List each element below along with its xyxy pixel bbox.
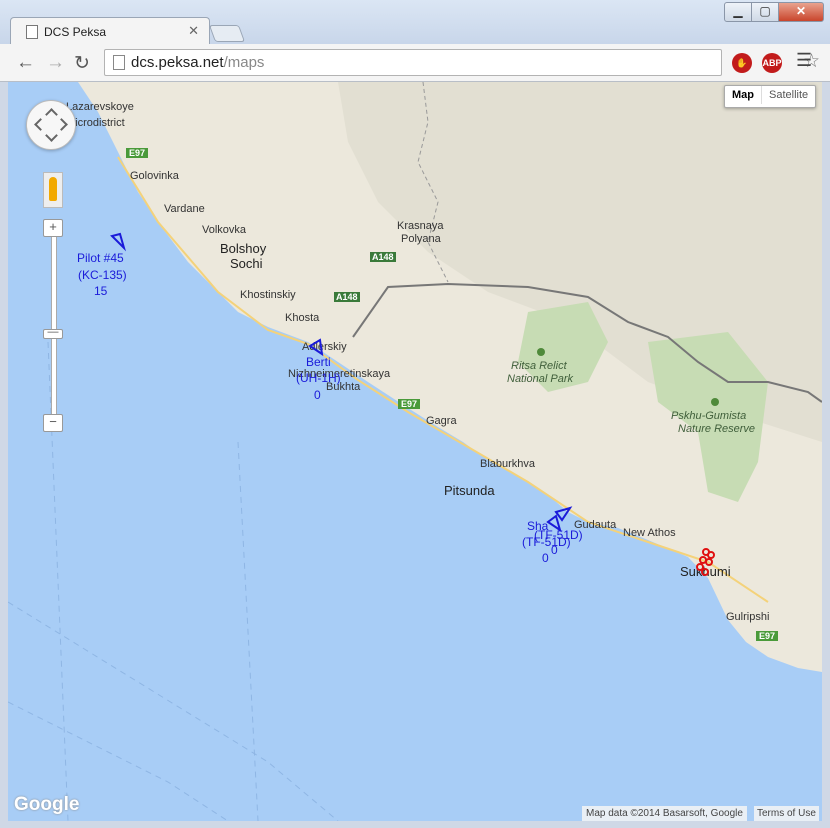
label-vardane: Vardane	[164, 203, 205, 215]
pan-up-icon[interactable]	[45, 108, 58, 121]
label-pskhu-2: Nature Reserve	[678, 423, 755, 435]
title-bar: DCS Peksa ✕ ▁ ▢ ✕	[0, 0, 830, 45]
label-adlerskiy: Adlerskiy	[302, 341, 347, 353]
zoom-slider-handle[interactable]: —	[43, 327, 63, 339]
url-host: dcs.peksa.net	[131, 54, 224, 71]
back-button[interactable]: ←	[16, 52, 35, 74]
map-type-control: Map Satellite	[724, 85, 817, 108]
unit-label-1-value: 15	[94, 284, 108, 298]
label-khosta: Khosta	[285, 312, 320, 324]
browser-toolbar: ← → ↻ dcs.peksa.net/maps ☆ ✋ ABP ☰	[0, 44, 830, 82]
label-gulripshi: Gulripshi	[726, 611, 769, 623]
label-pskhu-1: Pskhu-Gumista	[671, 410, 746, 422]
adblock-plus-icon[interactable]: ABP	[762, 53, 782, 73]
label-pitsunda: Pitsunda	[444, 483, 495, 498]
sea-lane	[8, 601, 339, 821]
road-shield-a148-label: A148	[372, 252, 394, 262]
zoom-in-button[interactable]: +	[43, 219, 63, 237]
label-ritsa-2: National Park	[507, 373, 574, 385]
page-favicon-icon	[26, 25, 38, 39]
pan-right-icon[interactable]	[55, 118, 68, 131]
tab-dcs-peksa[interactable]: DCS Peksa ✕	[10, 17, 210, 45]
address-bar[interactable]: dcs.peksa.net/maps ☆	[104, 49, 820, 76]
label-golovinka: Golovinka	[130, 170, 180, 182]
browser-window: DCS Peksa ✕ ▁ ▢ ✕ ← → ↻ dcs.peksa.net/ma…	[0, 0, 830, 828]
zoom-out-button[interactable]: −	[43, 414, 63, 432]
road-shield-a148-label: A148	[336, 292, 358, 302]
street-view-pegman-icon[interactable]	[43, 172, 63, 208]
label-ritsa-1: Ritsa Relict	[511, 360, 568, 372]
label-khostinskiy: Khostinskiy	[240, 289, 296, 301]
tab-title: DCS Peksa	[44, 25, 107, 39]
terms-of-use-link[interactable]: Terms of Use	[754, 806, 819, 821]
page-icon	[113, 55, 125, 70]
url-text: dcs.peksa.net/maps	[131, 54, 264, 71]
label-polyana: Polyana	[401, 233, 442, 245]
road-shield-e97-label: E97	[401, 399, 417, 409]
label-volkovka: Volkovka	[202, 224, 247, 236]
road-shield-e97-label: E97	[129, 148, 145, 158]
unit-label-1-type: (KC-135)	[78, 268, 127, 282]
url-path: /maps	[223, 54, 265, 71]
unit-label-3-value-b: 0	[551, 543, 558, 557]
forward-button[interactable]: →	[46, 52, 65, 74]
label-gagra: Gagra	[426, 415, 457, 427]
label-sochi: Sochi	[230, 256, 263, 271]
tab-close-icon[interactable]: ✕	[188, 23, 199, 39]
map-graphics: Lazarevskoye Microdistrict Golovinka Var…	[8, 82, 822, 821]
map-canvas[interactable]: Lazarevskoye Microdistrict Golovinka Var…	[8, 82, 822, 821]
unit-label-3-type: (TF-51D)	[522, 535, 571, 549]
park-marker-icon	[711, 398, 719, 406]
reload-button[interactable]: ↻	[74, 52, 90, 75]
pan-down-icon[interactable]	[45, 129, 58, 142]
new-tab-button[interactable]	[208, 25, 246, 42]
park-marker-icon	[537, 348, 545, 356]
google-logo: Google	[14, 794, 80, 815]
stop-extension-icon[interactable]: ✋	[732, 53, 752, 73]
unit-label-2: Berti	[306, 355, 331, 369]
map-type-satellite-button[interactable]: Satellite	[762, 86, 815, 104]
label-new-athos: New Athos	[623, 527, 676, 539]
minimize-button[interactable]: ▁	[724, 2, 752, 22]
unit-label-3-value: 0	[542, 551, 549, 565]
close-window-button[interactable]: ✕	[778, 2, 824, 22]
label-krasnaya: Krasnaya	[397, 220, 444, 232]
pan-control[interactable]	[26, 100, 76, 150]
unit-label-1: Pilot #45	[77, 251, 124, 265]
road-shield-e97-label: E97	[759, 631, 775, 641]
label-sukhumi: Sukhumi	[680, 564, 731, 579]
sea-lane	[237, 441, 259, 821]
pegman-figure	[49, 177, 57, 201]
unit-label-2-value: 0	[314, 388, 321, 402]
map-type-map-button[interactable]: Map	[725, 86, 762, 104]
map-attribution: Map data ©2014 Basarsoft, Google	[582, 806, 747, 821]
aircraft-marker-icon[interactable]	[110, 232, 127, 252]
aircraft-marker-icon[interactable]	[554, 506, 573, 522]
label-bolshoy: Bolshoy	[220, 241, 267, 256]
unit-label-2-type: (UH-1H)	[296, 371, 341, 385]
label-lazarevskoye: Lazarevskoye	[66, 101, 134, 113]
label-blaburkhva: Blaburkhva	[480, 458, 536, 470]
maximize-button[interactable]: ▢	[751, 2, 779, 22]
chrome-menu-icon[interactable]: ☰	[796, 50, 812, 71]
pan-left-icon[interactable]	[34, 118, 47, 131]
